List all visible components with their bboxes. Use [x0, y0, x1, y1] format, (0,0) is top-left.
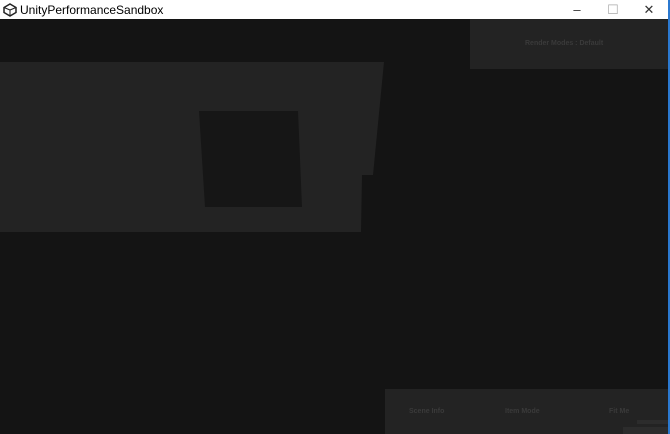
item-mode-button[interactable]: Item Mode	[505, 408, 540, 415]
unity-logo-icon	[3, 2, 17, 17]
game-viewport[interactable]: Render Modes : Default Scene Info Item M…	[0, 19, 668, 434]
scene-info-button[interactable]: Scene Info	[409, 408, 444, 415]
render-mode-panel[interactable]: Render Modes : Default	[470, 19, 668, 69]
large-gray-panel	[0, 62, 384, 232]
dark-square	[199, 111, 302, 207]
bottom-toolbar: Scene Info Item Mode Fit Me	[385, 389, 668, 434]
minimize-button[interactable]: –	[559, 0, 595, 19]
render-mode-label[interactable]: Render Modes : Default	[525, 40, 603, 47]
title-bar: UnityPerformanceSandbox – ☐ ✕	[0, 0, 670, 19]
close-button[interactable]: ✕	[631, 0, 667, 19]
scene-geometry	[0, 62, 384, 232]
window-title: UnityPerformanceSandbox	[20, 2, 164, 17]
fit-me-button[interactable]: Fit Me	[609, 408, 629, 415]
small-bar	[637, 420, 668, 424]
maximize-button[interactable]: ☐	[595, 0, 631, 19]
small-bar	[623, 427, 668, 434]
